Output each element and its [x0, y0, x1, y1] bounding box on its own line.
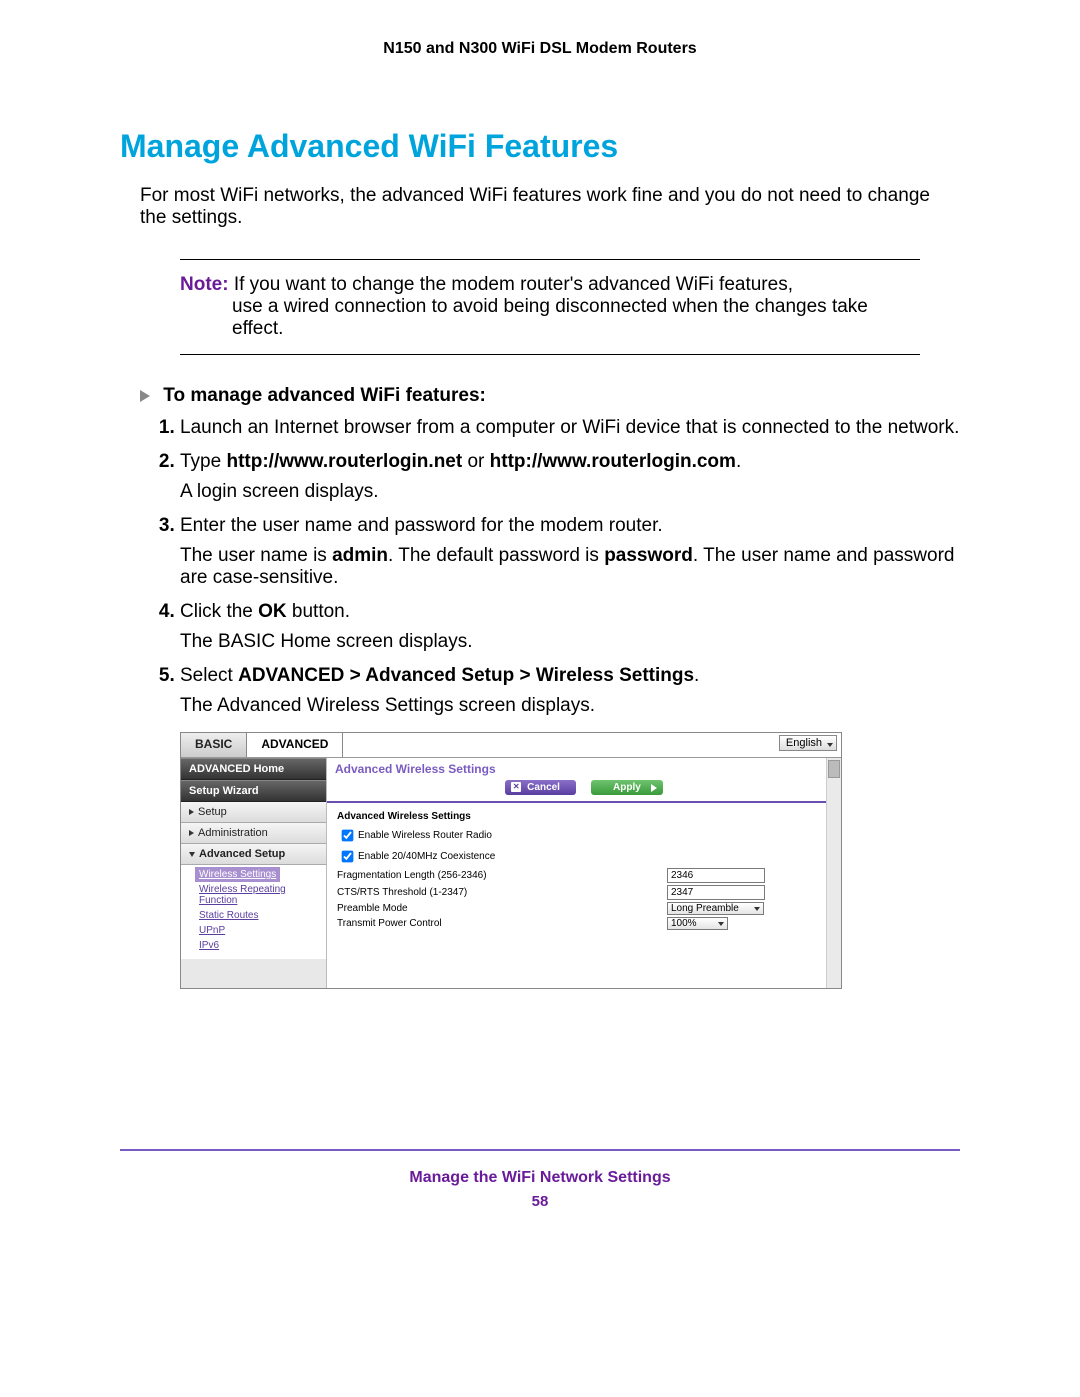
- apply-button[interactable]: Apply: [591, 780, 663, 795]
- note-text-line1: If you want to change the modem router's…: [234, 274, 793, 295]
- select-tx-power[interactable]: 100%: [667, 917, 728, 930]
- row-tx-power: Transmit Power Control 100%: [337, 916, 831, 931]
- document-header: N150 and N300 WiFi DSL Modem Routers: [120, 40, 960, 58]
- row-cts-rts: CTS/RTS Threshold (1-2347): [337, 884, 831, 901]
- step-2-url2: http://www.routerlogin.com: [490, 451, 736, 472]
- section-heading: Manage Advanced WiFi Features: [120, 128, 960, 165]
- sidebar-sublinks: Wireless Settings Wireless Repeating Fun…: [181, 865, 326, 959]
- step-2-post: .: [736, 451, 741, 472]
- step-2: Type http://www.routerlogin.net or http:…: [180, 451, 960, 503]
- caret-right-icon: [189, 830, 194, 836]
- settings-form: Advanced Wireless Settings Enable Wirele…: [327, 803, 841, 939]
- sidebar-item-setup-wizard[interactable]: Setup Wizard: [181, 780, 326, 802]
- sidebar: ADVANCED Home Setup Wizard Setup Adminis…: [181, 758, 326, 988]
- caret-right-icon: [189, 809, 194, 815]
- sidebar-item-administration[interactable]: Administration: [181, 823, 326, 844]
- step-3-detail: The user name is admin. The default pass…: [180, 545, 960, 589]
- tab-basic[interactable]: BASIC: [181, 733, 247, 757]
- input-cts-rts[interactable]: [667, 885, 765, 900]
- step-4: Click the OK button. The BASIC Home scre…: [180, 601, 960, 653]
- footer-section-title: Manage the WiFi Network Settings: [120, 1169, 960, 1187]
- row-enable-coexistence: Enable 20/40MHz Coexistence: [337, 846, 831, 867]
- sublink-upnp[interactable]: UPnP: [199, 923, 326, 938]
- sublink-ipv6[interactable]: IPv6: [199, 938, 326, 953]
- cancel-button[interactable]: ✕ Cancel: [505, 780, 576, 795]
- chevron-down-icon: [718, 922, 724, 926]
- checkbox-enable-coexistence[interactable]: [342, 851, 354, 863]
- scrollbar[interactable]: [826, 758, 841, 988]
- step-2-url1: http://www.routerlogin.net: [226, 451, 462, 472]
- triangle-bullet-icon: [140, 390, 150, 402]
- label-cts-rts: CTS/RTS Threshold (1-2347): [337, 887, 667, 898]
- embedded-screenshot: BASIC ADVANCED English ADVANCED Home Set…: [180, 732, 842, 989]
- procedure-heading-text: To manage advanced WiFi features:: [163, 385, 486, 406]
- chevron-down-icon: [827, 743, 833, 747]
- intro-paragraph: For most WiFi networks, the advanced WiF…: [120, 185, 960, 229]
- sidebar-item-advanced-setup[interactable]: Advanced Setup: [181, 844, 326, 865]
- sidebar-item-setup[interactable]: Setup: [181, 802, 326, 823]
- step-2-result: A login screen displays.: [180, 481, 960, 503]
- procedure-heading: To manage advanced WiFi features:: [140, 385, 960, 407]
- step-3: Enter the user name and password for the…: [180, 515, 960, 589]
- step-3-text: Enter the user name and password for the…: [180, 515, 663, 536]
- sublink-wireless-repeating[interactable]: Wireless Repeating Function: [199, 882, 326, 908]
- sublink-wireless-settings[interactable]: Wireless Settings: [195, 867, 280, 882]
- row-enable-radio: Enable Wireless Router Radio: [337, 825, 831, 846]
- language-value: English: [786, 737, 822, 749]
- panel-title: Advanced Wireless Settings: [327, 758, 841, 778]
- play-icon: [651, 784, 657, 792]
- note-block: Note: If you want to change the modem ro…: [180, 259, 920, 355]
- label-preamble: Preamble Mode: [337, 903, 667, 914]
- note-label: Note:: [180, 274, 229, 295]
- language-select[interactable]: English: [779, 735, 837, 751]
- input-fragmentation[interactable]: [667, 868, 765, 883]
- label-tx-power: Transmit Power Control: [337, 918, 667, 929]
- step-2-mid: or: [462, 451, 489, 472]
- step-4-result: The BASIC Home screen displays.: [180, 631, 960, 653]
- step-5-result: The Advanced Wireless Settings screen di…: [180, 695, 960, 717]
- checkbox-enable-radio[interactable]: [342, 830, 354, 842]
- row-fragmentation: Fragmentation Length (256-2346): [337, 867, 831, 884]
- label-fragmentation: Fragmentation Length (256-2346): [337, 870, 667, 881]
- close-icon: ✕: [511, 782, 521, 792]
- select-preamble[interactable]: Long Preamble: [667, 902, 764, 915]
- scrollbar-thumb[interactable]: [828, 760, 840, 778]
- sublink-static-routes[interactable]: Static Routes: [199, 908, 326, 923]
- chevron-down-icon: [754, 907, 760, 911]
- note-text-rest: use a wired connection to avoid being di…: [180, 296, 920, 340]
- step-2-pre: Type: [180, 451, 226, 472]
- row-preamble: Preamble Mode Long Preamble: [337, 901, 831, 916]
- procedure-steps: Launch an Internet browser from a comput…: [120, 417, 960, 717]
- form-title: Advanced Wireless Settings: [337, 811, 831, 822]
- main-panel: Advanced Wireless Settings ✕ Cancel Appl…: [326, 758, 841, 988]
- button-bar: ✕ Cancel Apply: [327, 778, 841, 801]
- tab-advanced[interactable]: ADVANCED: [247, 733, 343, 757]
- footer-rule: [120, 1149, 960, 1151]
- tab-bar: BASIC ADVANCED English: [181, 733, 841, 758]
- step-1-text: Launch an Internet browser from a comput…: [180, 417, 959, 438]
- sidebar-item-advanced-home[interactable]: ADVANCED Home: [181, 758, 326, 780]
- step-1: Launch an Internet browser from a comput…: [180, 417, 960, 439]
- footer-page-number: 58: [120, 1193, 960, 1210]
- step-5: Select ADVANCED > Advanced Setup > Wirel…: [180, 665, 960, 717]
- caret-down-icon: [189, 852, 195, 857]
